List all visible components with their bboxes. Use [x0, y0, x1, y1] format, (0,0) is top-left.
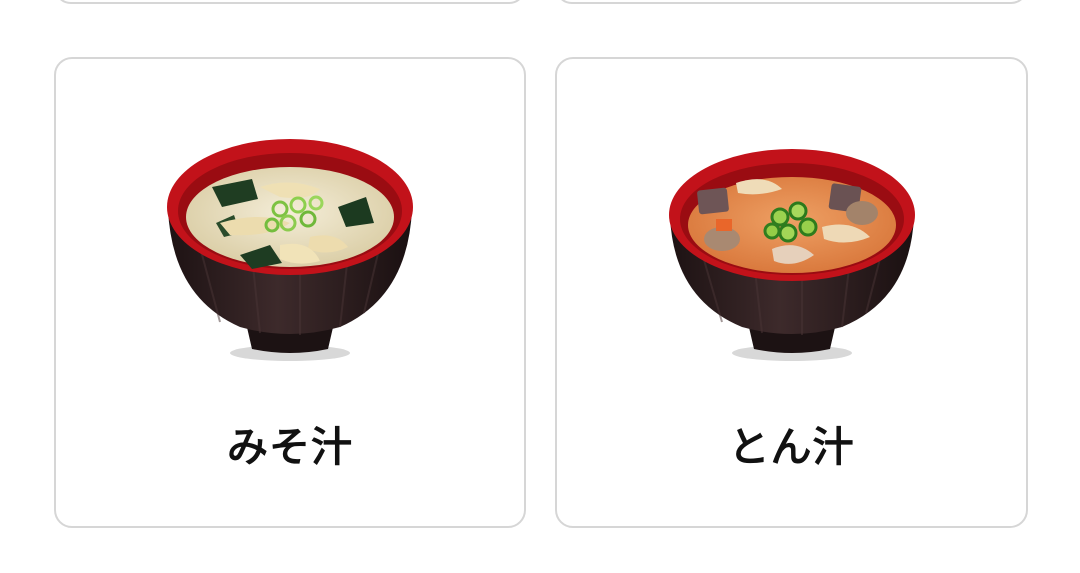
tonjiru-image	[662, 127, 922, 367]
menu-card-partial[interactable]	[555, 0, 1028, 4]
miso-soup-image	[160, 127, 420, 367]
menu-item-label: みそ汁	[227, 423, 353, 471]
menu-card-miso-soup[interactable]: みそ汁	[54, 57, 526, 528]
menu-card-partial[interactable]	[54, 0, 526, 4]
menu-card-tonjiru[interactable]: とん汁	[555, 57, 1028, 528]
menu-item-label: とん汁	[728, 423, 855, 471]
